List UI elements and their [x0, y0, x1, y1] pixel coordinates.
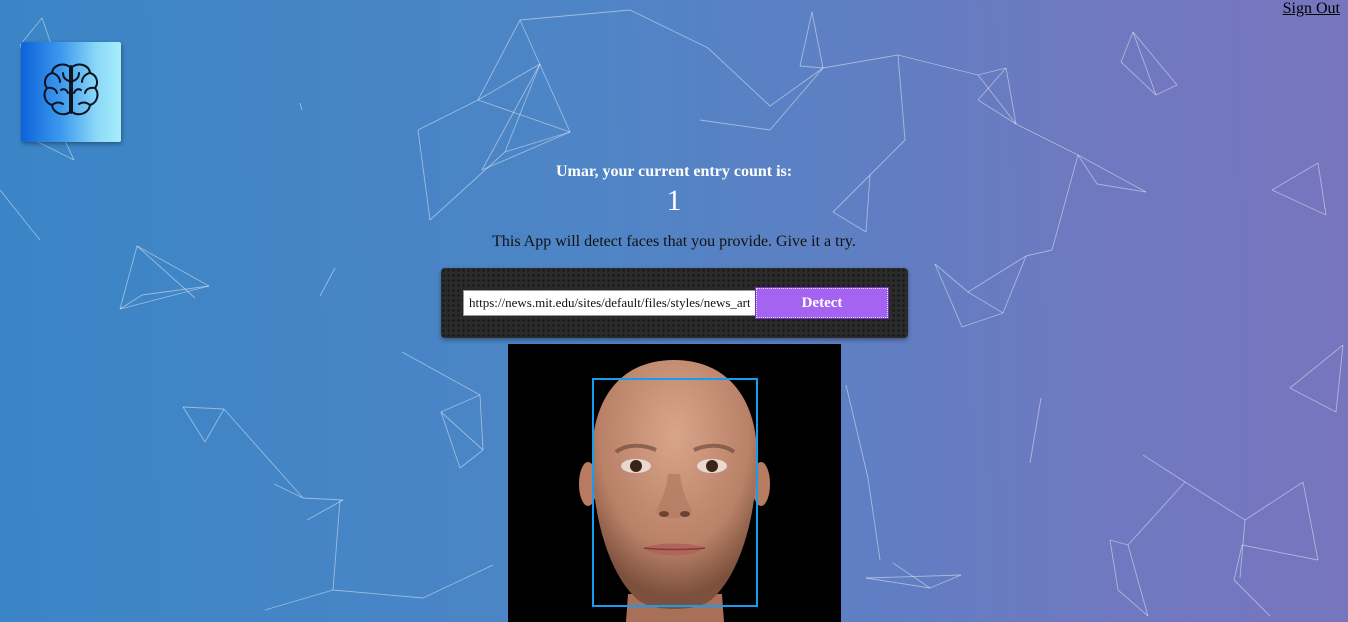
sign-out-link[interactable]: Sign Out — [1283, 0, 1340, 18]
image-url-form: Detect — [441, 268, 908, 338]
image-url-input[interactable] — [463, 290, 756, 316]
entry-count-value: 1 — [666, 184, 682, 217]
intro-text: This App will detect faces that you prov… — [492, 233, 856, 250]
face-bounding-box — [592, 378, 758, 607]
detect-button[interactable]: Detect — [755, 287, 889, 319]
app-logo — [21, 42, 121, 142]
entry-count-label: Umar, your current entry count is: — [555, 163, 793, 180]
brain-icon — [43, 63, 99, 116]
